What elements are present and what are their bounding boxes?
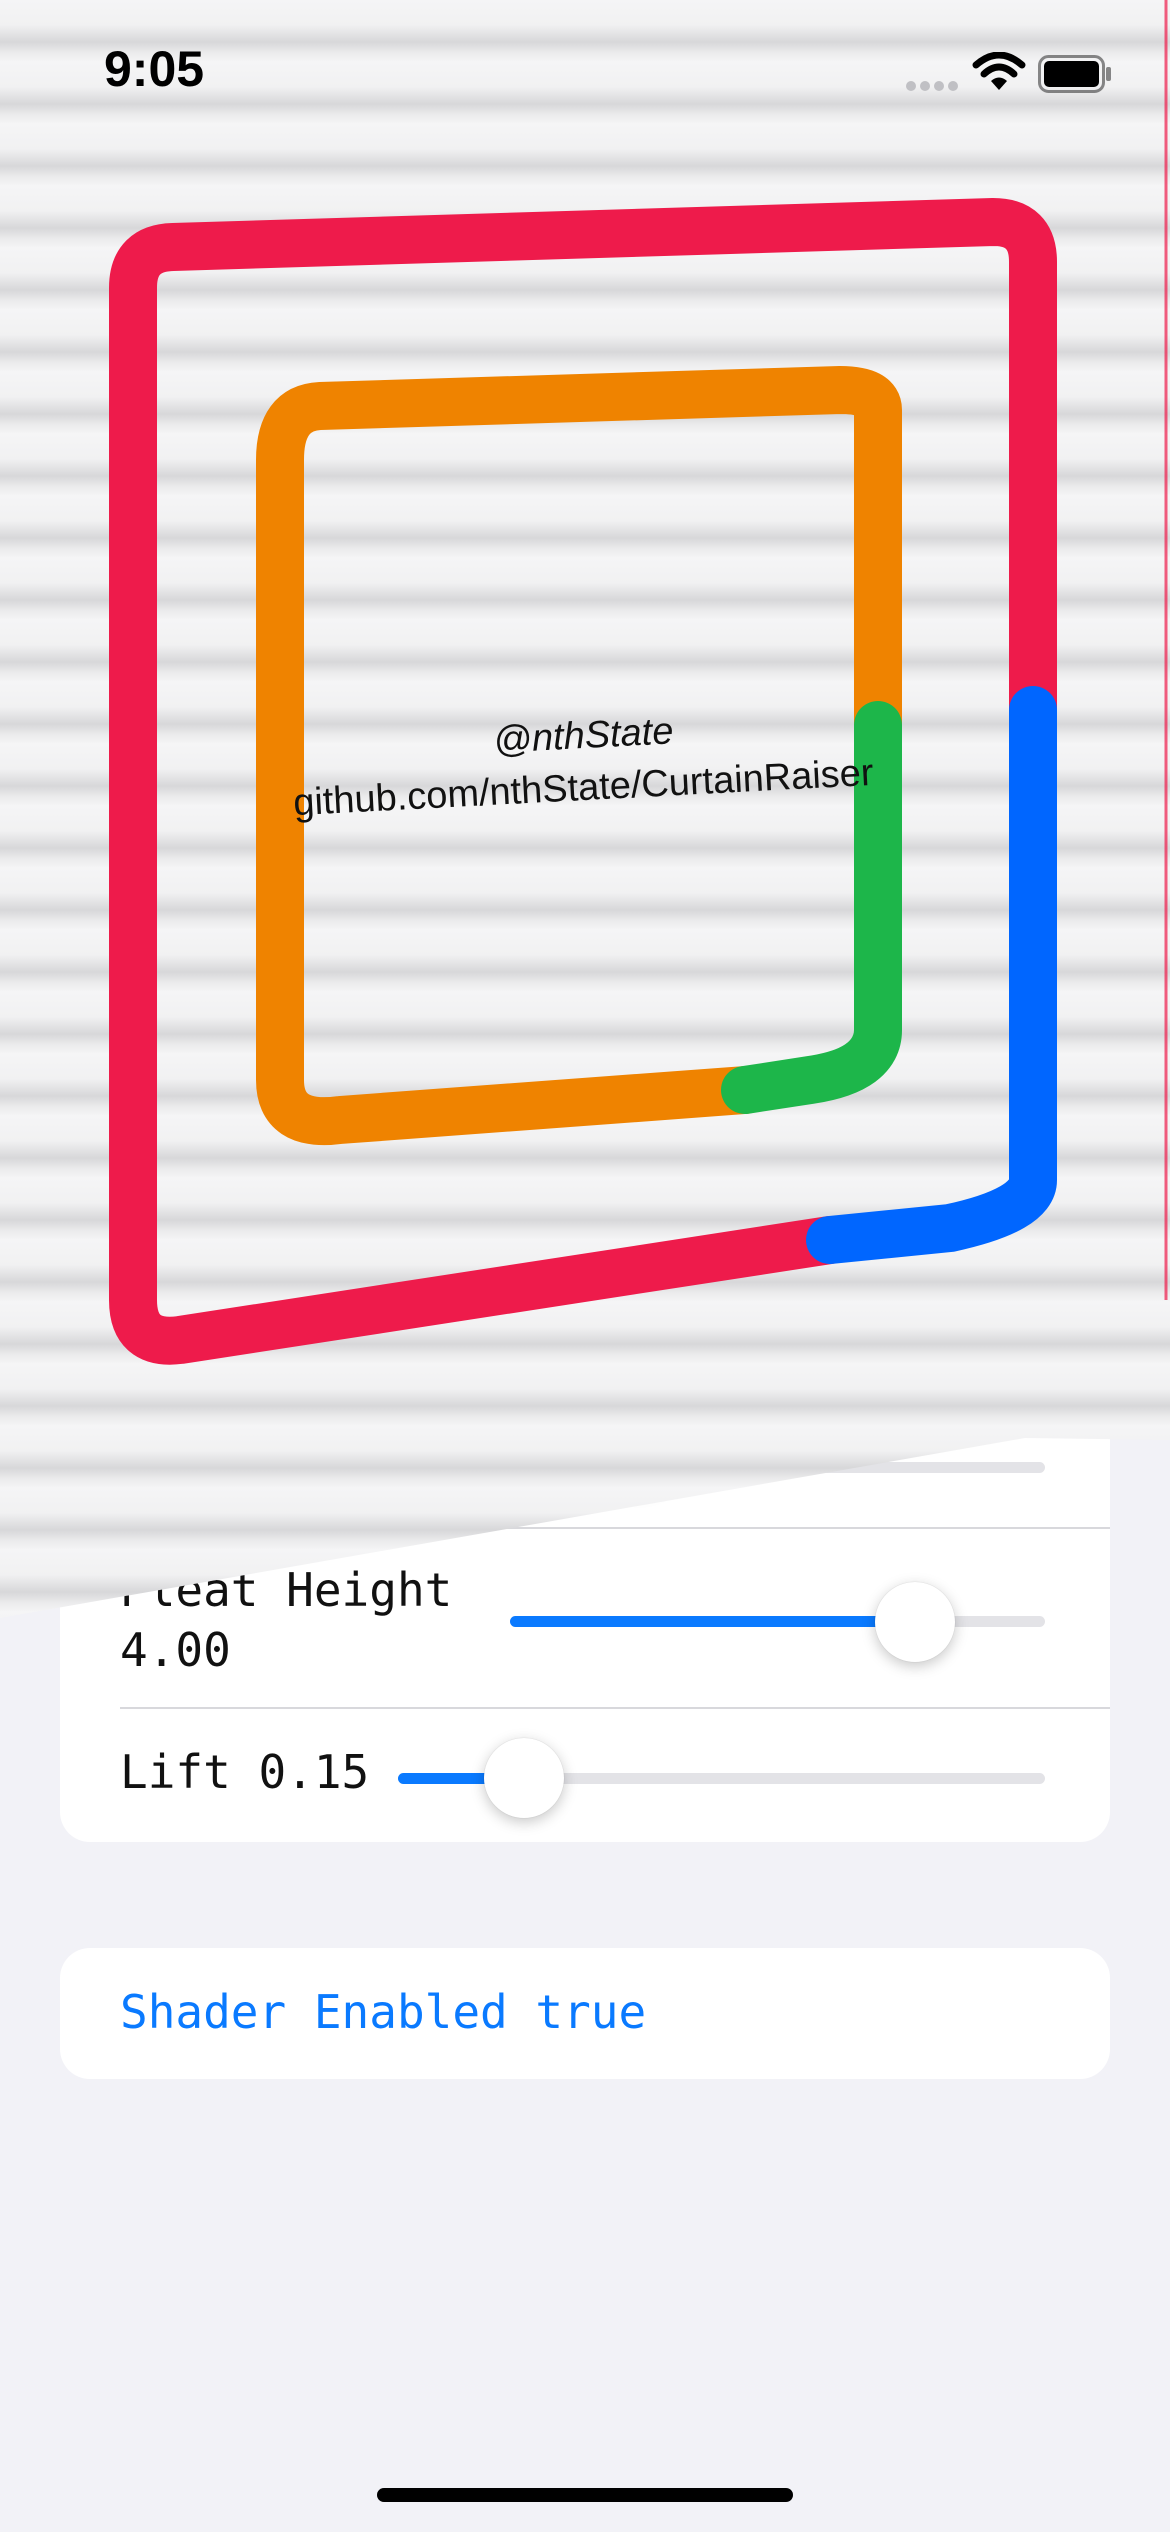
divider [120, 1707, 1110, 1709]
battery-icon [1038, 55, 1111, 93]
shader-enabled-button[interactable]: Shader Enabled true [120, 1982, 646, 2042]
pleat-height-value: 4.00 [120, 1623, 231, 1677]
home-indicator[interactable] [377, 2488, 793, 2502]
wifi-icon [972, 52, 1026, 90]
curtain-view[interactable]: @nthState github.com/nthState/CurtainRai… [0, 0, 1170, 1625]
lift-slider-fill [398, 1773, 496, 1784]
lift-slider-thumb[interactable] [484, 1738, 564, 1818]
cellular-dots-icon [906, 81, 958, 91]
lift-label: Lift 0.15 [120, 1745, 370, 1799]
status-time: 9:05 [104, 41, 205, 97]
shader-card: Shader Enabled true [60, 1948, 1110, 2079]
